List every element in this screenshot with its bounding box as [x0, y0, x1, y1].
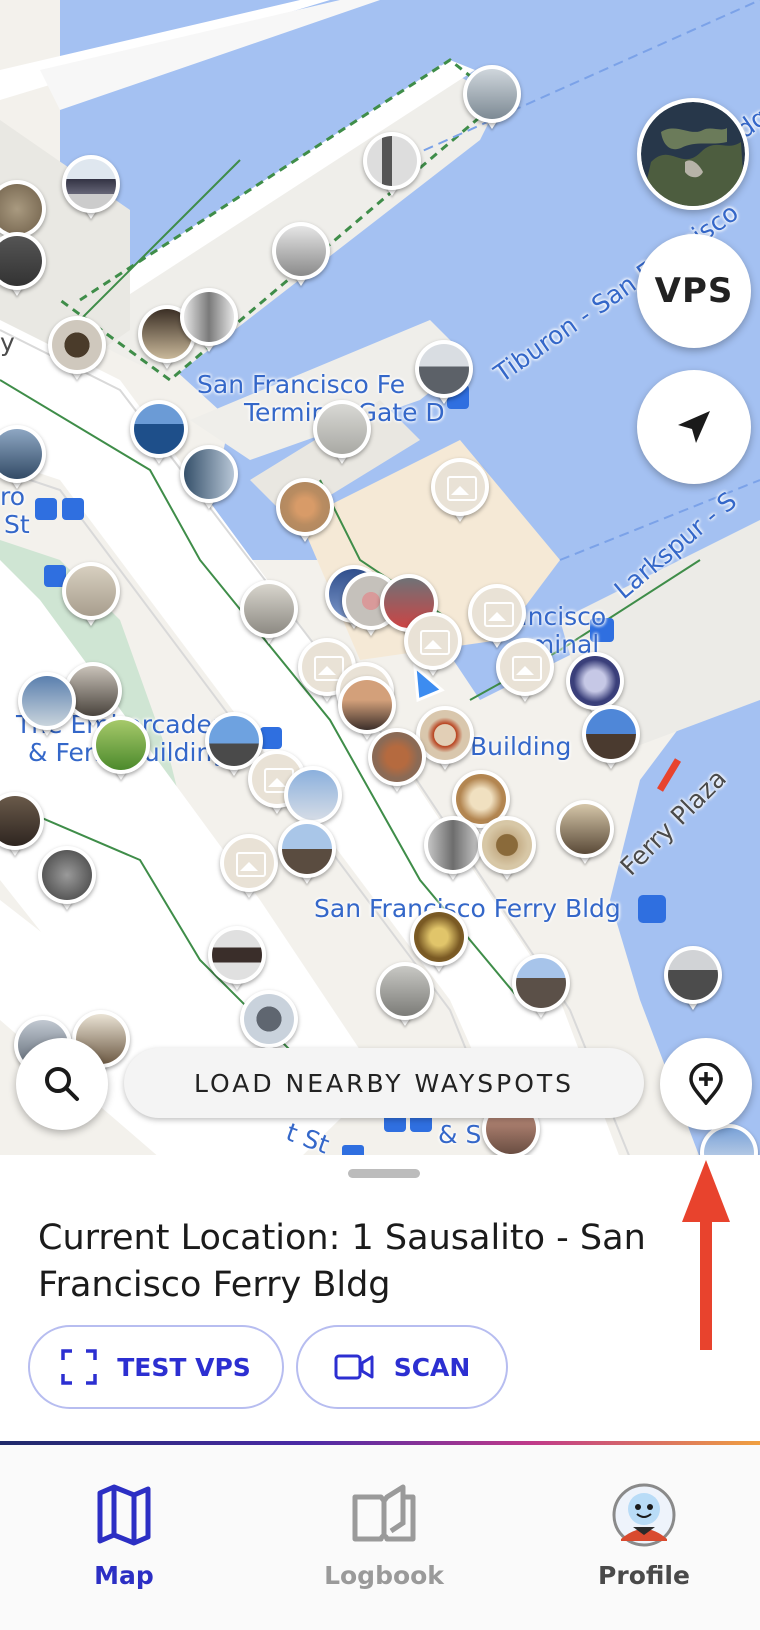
- wayspot-pin[interactable]: [512, 954, 570, 1024]
- search-icon: [45, 1067, 79, 1101]
- wayspot-pin[interactable]: [478, 816, 536, 886]
- wayspot-pin[interactable]: [62, 562, 120, 632]
- wayspot-pin[interactable]: [664, 946, 722, 1016]
- vps-button[interactable]: VPS: [637, 234, 751, 348]
- nav-map-label: Map: [94, 1561, 154, 1590]
- nav-tab-profile[interactable]: Profile: [544, 1483, 744, 1590]
- location-sheet: Current Location: 1 Sausalito - San Fran…: [0, 1155, 760, 1445]
- map-label-building: Building: [470, 732, 572, 761]
- nav-logbook-label: Logbook: [324, 1561, 444, 1590]
- wayspot-pin[interactable]: [18, 672, 76, 742]
- add-wayspot-button[interactable]: [660, 1038, 752, 1130]
- map-label-edge: y: [0, 328, 15, 357]
- wayspot-pin[interactable]: [272, 222, 330, 292]
- wayspot-pin[interactable]: [313, 400, 371, 470]
- annotation-arrow-icon: [682, 1160, 730, 1350]
- wayspot-pin[interactable]: [276, 478, 334, 548]
- avatar: [612, 1483, 676, 1547]
- map-label-st-left: St: [4, 510, 30, 539]
- navigation-arrow-icon: [678, 411, 710, 443]
- wayspot-pin[interactable]: [180, 288, 238, 358]
- wayspot-pin[interactable]: [0, 232, 46, 302]
- wayspot-pin[interactable]: [92, 716, 150, 786]
- video-camera-icon: [334, 1354, 374, 1380]
- load-nearby-wayspots-button[interactable]: LOAD NEARBY WAYSPOTS: [124, 1048, 644, 1118]
- wayspot-pin[interactable]: [496, 638, 554, 708]
- wayspot-pin[interactable]: [208, 926, 266, 996]
- nav-tab-map[interactable]: Map: [24, 1483, 224, 1590]
- wayspot-pin[interactable]: [0, 425, 46, 495]
- wayspot-pin[interactable]: [368, 728, 426, 798]
- map-icon: [97, 1484, 151, 1546]
- scan-frame-icon: [61, 1349, 97, 1385]
- satellite-thumbnail-icon: [641, 102, 745, 206]
- wayspot-pin[interactable]: [180, 445, 238, 515]
- open-book-icon: [352, 1484, 416, 1542]
- wayspot-pin[interactable]: [278, 820, 336, 890]
- wayspot-pin[interactable]: [376, 962, 434, 1032]
- search-button[interactable]: [16, 1038, 108, 1130]
- nav-profile-label: Profile: [598, 1561, 690, 1590]
- wayspot-pin[interactable]: [48, 316, 106, 386]
- wayspot-pin[interactable]: [463, 65, 521, 135]
- current-location-text: Current Location: 1 Sausalito - San Fran…: [38, 1218, 646, 1305]
- nav-tab-logbook[interactable]: Logbook: [284, 1483, 484, 1590]
- scan-button[interactable]: SCAN: [296, 1325, 508, 1409]
- wayspot-pin[interactable]: [556, 800, 614, 870]
- wayspot-pin[interactable]: [220, 834, 278, 904]
- wayspot-pin[interactable]: [424, 816, 482, 886]
- scan-label: SCAN: [393, 1352, 471, 1382]
- wayspot-pin[interactable]: [582, 705, 640, 775]
- satellite-view-button[interactable]: [637, 98, 749, 210]
- wayspot-pin[interactable]: [38, 846, 96, 916]
- wayspot-pin[interactable]: [363, 132, 421, 202]
- locate-me-button[interactable]: [637, 370, 751, 484]
- map-label-terminal: San Francisco Fe: [197, 370, 406, 399]
- wayspot-pin[interactable]: [415, 340, 473, 410]
- test-vps-label: TEST VPS: [117, 1352, 251, 1382]
- wayspot-pin[interactable]: [62, 155, 120, 225]
- test-vps-button[interactable]: TEST VPS: [28, 1325, 284, 1409]
- wayspot-pin[interactable]: [240, 580, 298, 650]
- bottom-navigation: Map Logbook Profile: [0, 1445, 760, 1630]
- wayspot-pin[interactable]: [431, 458, 489, 528]
- wayspot-pin[interactable]: [404, 612, 462, 682]
- add-location-pin-icon: [689, 1063, 723, 1105]
- map-view[interactable]: San Francisco Fe Terminal Gate D Tiburon…: [0, 0, 760, 1158]
- sheet-drag-handle[interactable]: [348, 1169, 420, 1178]
